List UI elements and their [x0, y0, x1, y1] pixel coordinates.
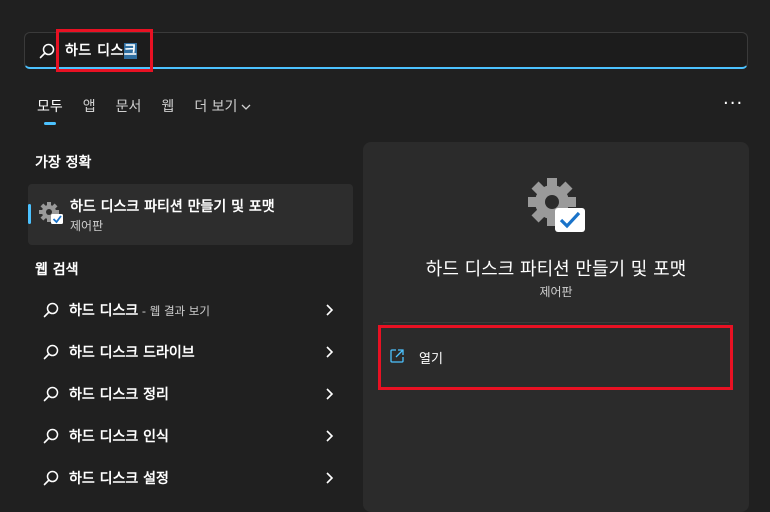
search-icon	[43, 428, 59, 444]
search-icon	[43, 344, 59, 360]
search-icon	[43, 470, 59, 486]
web-search-heading: 웹 검색	[35, 262, 79, 278]
selection-accent	[28, 204, 31, 224]
best-match-title: 하드 디스크 파티션 만들기 및 포맷	[70, 199, 275, 215]
chevron-right-icon	[326, 472, 334, 484]
web-search-item[interactable]: 하드 디스크 - 웹 결과 보기	[28, 289, 353, 331]
web-search-item-label: 하드 디스크 설정	[69, 471, 169, 487]
web-search-item[interactable]: 하드 디스크 정리	[28, 373, 353, 415]
chevron-right-icon	[326, 430, 334, 442]
detail-title: 하드 디스크 파티션 만들기 및 포맷	[425, 259, 687, 280]
best-match-heading: 가장 정확	[35, 155, 92, 171]
web-search-item-suffix: - 웹 결과 보기	[138, 304, 210, 318]
web-search-item[interactable]: 하드 디스크 설정	[28, 457, 353, 499]
web-search-item-label: 하드 디스크 드라이브	[69, 345, 195, 361]
more-options-button[interactable]: ···	[723, 93, 743, 114]
best-match-result[interactable]: 하드 디스크 파티션 만들기 및 포맷 제어판	[28, 184, 353, 245]
chevron-right-icon	[326, 304, 334, 316]
web-search-item[interactable]: 하드 디스크 인식	[28, 415, 353, 457]
filter-tabs: 모두 앱 문서 웹 더 보기	[37, 96, 271, 125]
tab-all[interactable]: 모두	[37, 96, 63, 125]
tab-apps[interactable]: 앱	[83, 96, 96, 116]
control-panel-gear-icon	[39, 202, 63, 224]
web-search-item[interactable]: 하드 디스크 드라이브	[28, 331, 353, 373]
web-search-item-label: 하드 디스크 정리	[69, 387, 169, 403]
control-panel-gear-icon	[528, 178, 585, 232]
chevron-down-icon	[241, 104, 251, 110]
web-search-item-label: 하드 디스크 인식	[69, 429, 169, 445]
chevron-right-icon	[326, 346, 334, 358]
tab-documents[interactable]: 문서	[116, 96, 142, 116]
search-highlight-box	[56, 29, 153, 72]
divider	[383, 322, 729, 323]
tab-more-label: 더 보기	[194, 99, 238, 115]
open-highlight-box	[378, 325, 733, 390]
best-match-subtitle: 제어판	[70, 219, 104, 233]
web-search-item-label: 하드 디스크	[69, 303, 139, 319]
tab-web[interactable]: 웹	[161, 96, 174, 116]
search-icon	[39, 43, 55, 59]
search-icon	[43, 386, 59, 402]
chevron-right-icon	[326, 388, 334, 400]
detail-subtitle: 제어판	[539, 285, 573, 299]
tab-more[interactable]: 더 보기	[194, 96, 251, 116]
search-icon	[43, 302, 59, 318]
